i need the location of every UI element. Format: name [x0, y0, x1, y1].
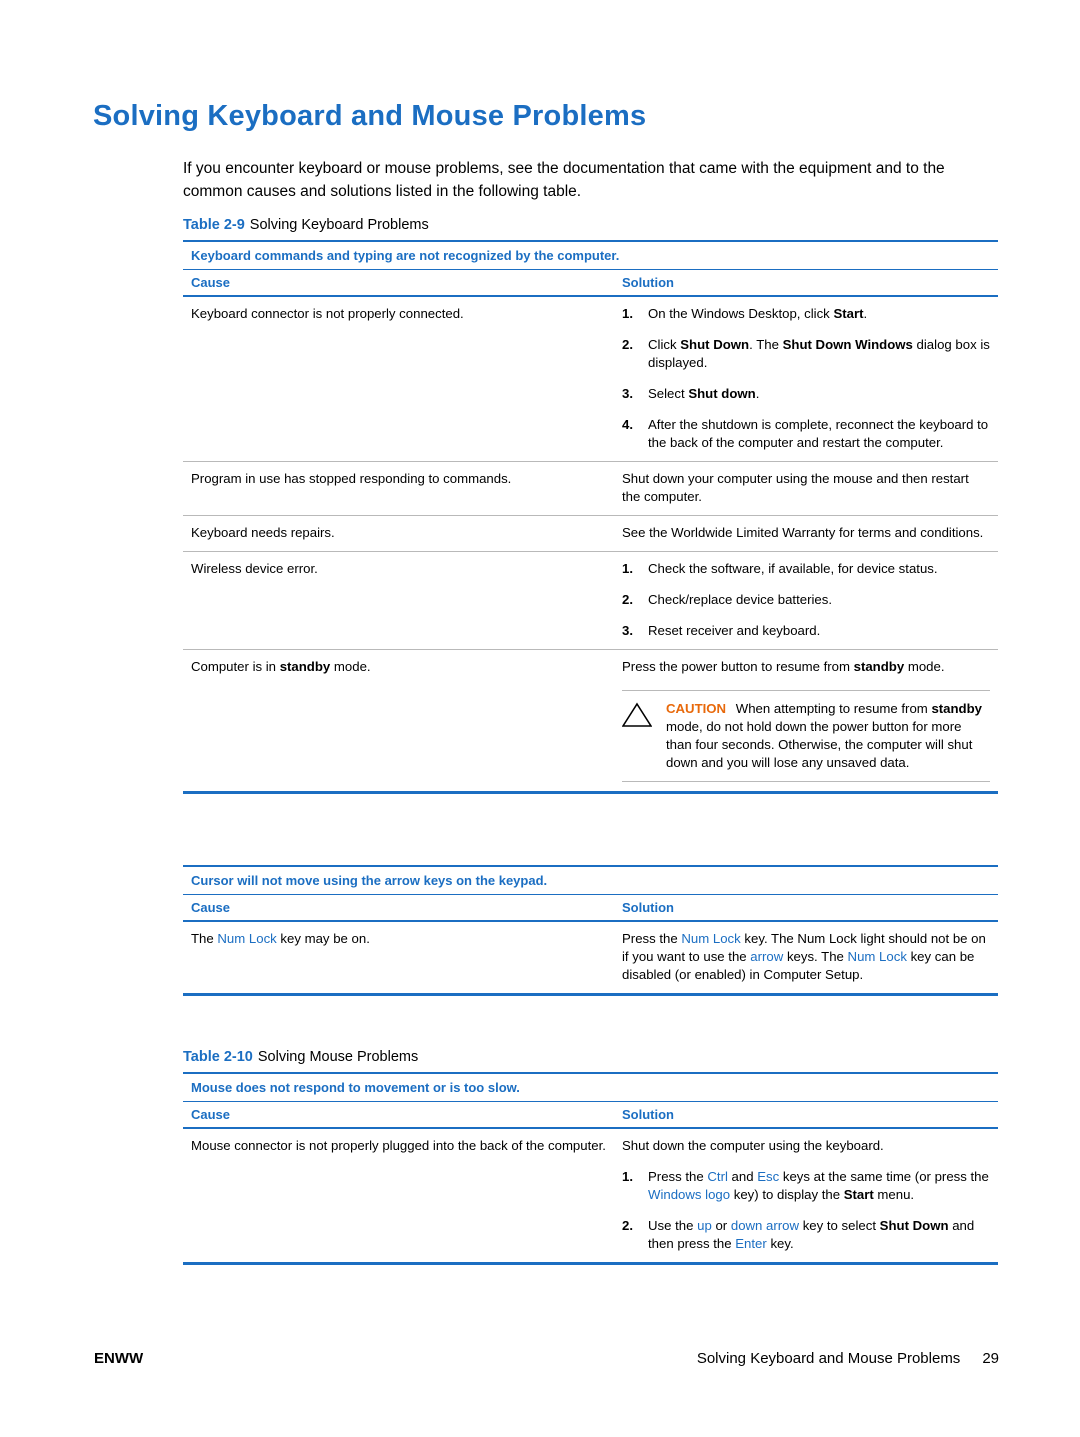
footer-left: ENWW	[94, 1350, 144, 1367]
table-2-10-caption-text: Solving Mouse Problems	[257, 1049, 419, 1065]
table-row: Computer is in standby mode. Press the p…	[183, 649, 998, 794]
header-cause: Cause	[183, 269, 614, 297]
cell-cause: Wireless device error.	[183, 551, 614, 650]
table-row: Mouse connector is not properly plugged …	[183, 1128, 998, 1265]
solution-step-list: 1. Press the Ctrl and Esc keys at the sam…	[622, 1169, 989, 1251]
table-row: Keyboard needs repairs. See the Worldwid…	[183, 515, 998, 552]
table-2-9b-header-row: Cause Solution	[183, 894, 998, 922]
cell-solution: Shut down the computer using the keyboar…	[614, 1128, 998, 1265]
table-2-9-second-topic-section: Cursor will not move using the arrow key…	[183, 865, 998, 996]
table-row: Wireless device error. 1. Check the softw…	[183, 551, 998, 650]
cell-solution: 1. Check the software, if available, for …	[614, 551, 998, 650]
cell-solution: Shut down your computer using the mouse …	[614, 461, 998, 516]
cell-solution: Press the Num Lock key. The Num Lock lig…	[614, 921, 998, 996]
cell-cause: Program in use has stopped responding to…	[183, 461, 614, 516]
header-cause: Cause	[183, 1101, 614, 1129]
table-2-9-header-row: Cause Solution	[183, 269, 998, 297]
cell-solution: 1. On the Windows Desktop, click Start. 2.…	[614, 296, 998, 462]
cell-solution: Press the power button to resume from st…	[614, 649, 998, 794]
page-title: Solving Keyboard and Mouse Problems	[93, 100, 647, 132]
table-2-10-header-row: Cause Solution	[183, 1101, 998, 1129]
footer-right: Solving Keyboard and Mouse Problems 29	[697, 1350, 999, 1367]
cell-cause: Keyboard connector is not properly conne…	[183, 296, 614, 462]
header-cause: Cause	[183, 894, 614, 922]
table-2-10: Mouse does not respond to movement or is…	[183, 1072, 998, 1265]
table-2-10-topic: Mouse does not respond to movement or is…	[183, 1072, 998, 1102]
table-row: Keyboard connector is not properly conne…	[183, 296, 998, 462]
cell-cause: Computer is in standby mode.	[183, 649, 614, 794]
table-2-9b-topic: Cursor will not move using the arrow key…	[183, 865, 998, 895]
table-2-10-label: Table 2-10	[183, 1049, 253, 1065]
page-number: 29	[982, 1350, 999, 1367]
caution-block: CAUTION When attempting to resume from s…	[621, 690, 990, 782]
solution-lead: Shut down the computer using the keyboar…	[622, 1138, 884, 1153]
table-row: Program in use has stopped responding to…	[183, 461, 998, 516]
caution-label: CAUTION	[666, 701, 727, 716]
solution-text: Press the power button to resume from st…	[622, 659, 945, 674]
solution-lead-text: Shut down the computer using the keyboar…	[622, 1137, 990, 1155]
caution-text: CAUTION When attempting to resume from s…	[666, 700, 990, 772]
solution-step-list: 1. Check the software, if available, for …	[622, 561, 938, 638]
table-2-10-topic-row: Mouse does not respond to movement or is…	[183, 1072, 998, 1102]
solution-text: See the Worldwide Limited Warranty for t…	[622, 525, 984, 540]
table-2-9-topic: Keyboard commands and typing are not rec…	[183, 240, 998, 270]
table-2-9-caption: Table 2-9 Solving Keyboard Problems	[183, 217, 998, 233]
header-solution: Solution	[614, 894, 998, 922]
cell-cause: Mouse connector is not properly plugged …	[183, 1128, 614, 1265]
table-2-10-section: Table 2-10 Solving Mouse Problems Mouse d…	[183, 1049, 998, 1265]
intro-paragraph: If you encounter keyboard or mouse probl…	[183, 160, 945, 200]
solution-text: Press the Num Lock key. The Num Lock lig…	[622, 931, 986, 982]
table-2-9-topic-row: Keyboard commands and typing are not rec…	[183, 240, 998, 270]
header-solution: Solution	[614, 1101, 998, 1129]
footer-title: Solving Keyboard and Mouse Problems	[696, 1350, 961, 1367]
table-2-9-label: Table 2-9	[183, 217, 245, 233]
table-2-9: Keyboard commands and typing are not rec…	[183, 240, 998, 794]
table-2-10-caption: Table 2-10 Solving Mouse Problems	[183, 1049, 998, 1065]
table-2-9-section: Table 2-9 Solving Keyboard Problems Keybo…	[183, 217, 998, 794]
cell-solution: See the Worldwide Limited Warranty for t…	[614, 515, 998, 552]
cell-cause: Keyboard needs repairs.	[183, 515, 614, 552]
table-2-9b-topic-row: Cursor will not move using the arrow key…	[183, 865, 998, 895]
document-page: Solving Keyboard and Mouse Problems If y…	[0, 0, 1080, 1437]
header-solution: Solution	[614, 269, 998, 297]
table-2-9b: Cursor will not move using the arrow key…	[183, 865, 998, 996]
table-2-9-caption-text: Solving Keyboard Problems	[249, 217, 429, 233]
table-row: The Num Lock key may be on. Press the Nu…	[183, 921, 998, 996]
caution-triangle-icon	[621, 700, 666, 733]
solution-step-list: 1. On the Windows Desktop, click Start. 2.…	[622, 306, 990, 450]
cell-cause: The Num Lock key may be on.	[183, 921, 614, 996]
solution-text: Shut down your computer using the mouse …	[622, 471, 969, 504]
